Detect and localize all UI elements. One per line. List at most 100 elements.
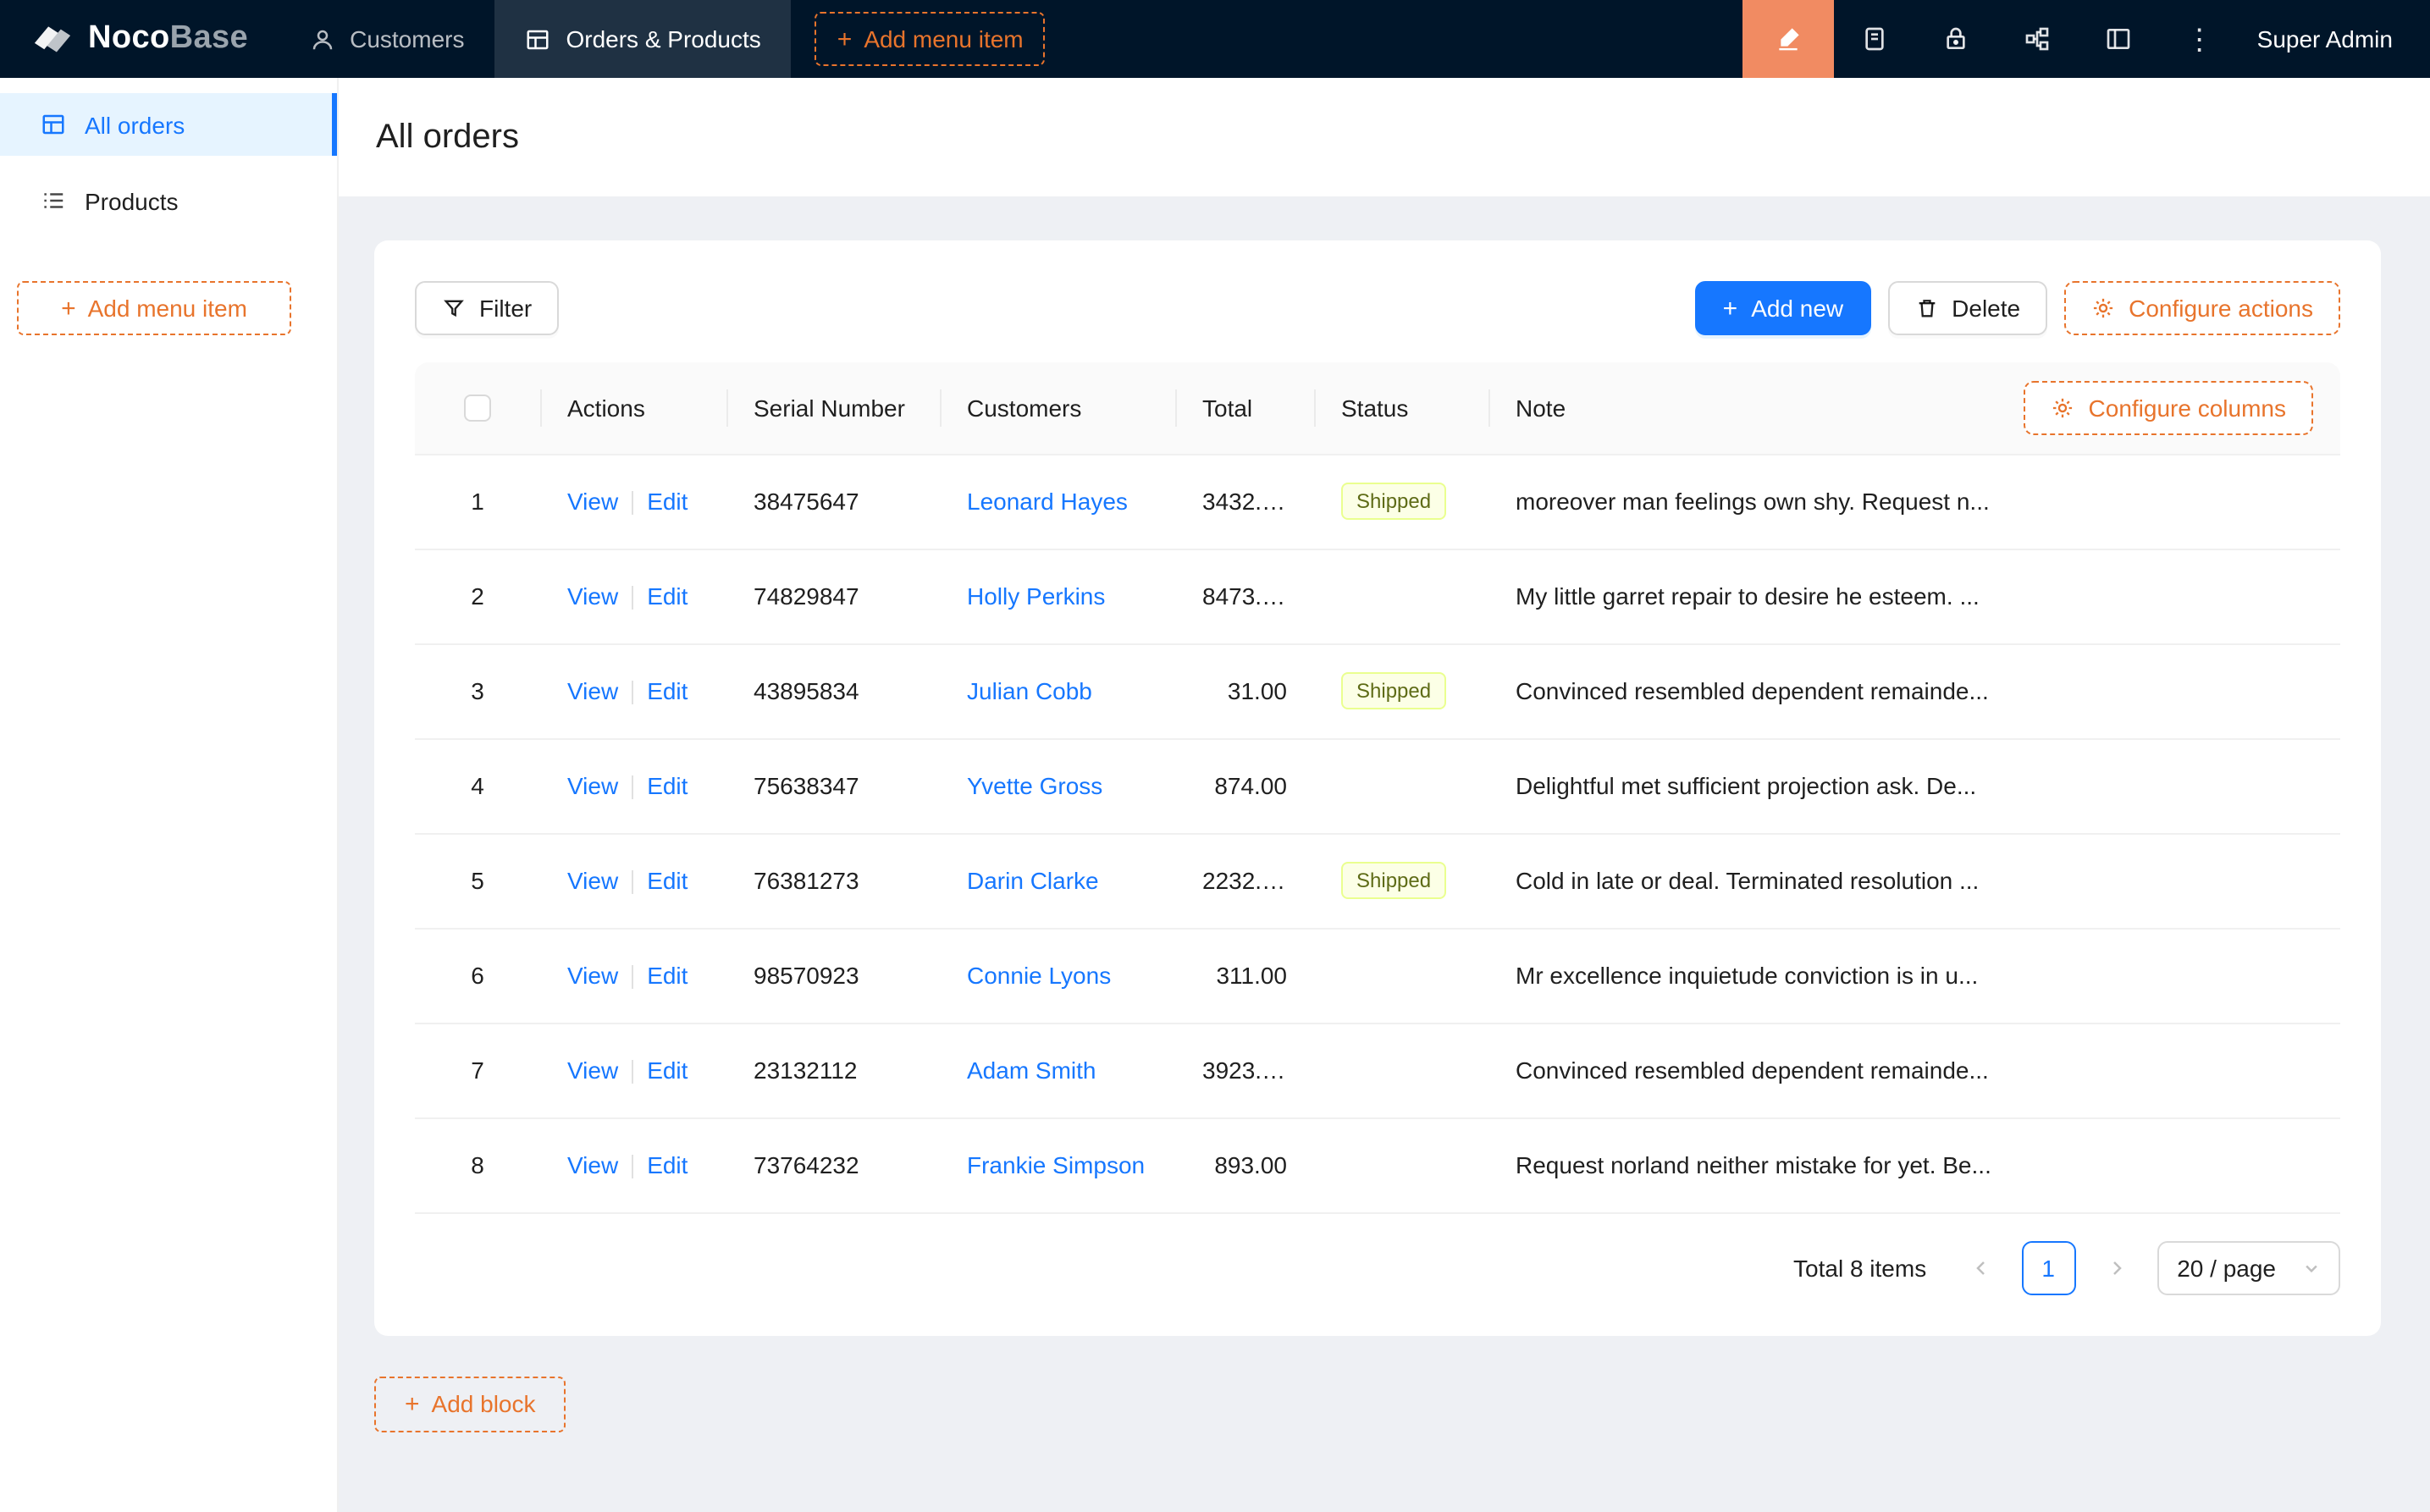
edit-link[interactable]: Edit xyxy=(647,962,688,989)
column-header-serial-number: Serial Number xyxy=(726,362,940,454)
highlighter-icon xyxy=(1775,25,1802,52)
customer-link[interactable]: Darin Clarke xyxy=(967,867,1099,894)
sidebar-add-menu-item-button[interactable]: + Add menu item xyxy=(17,281,291,335)
orders-table-body: 1 ViewEdit 38475647 Leonard Hayes 3432.0… xyxy=(415,454,2340,1212)
list-icon xyxy=(41,188,66,213)
main-area: All orders Filter + xyxy=(339,78,2430,1512)
action-divider xyxy=(632,586,633,610)
note-cell: Mr excellence inquietude conviction is i… xyxy=(1488,928,2340,1023)
nav-item-customers[interactable]: Customers xyxy=(279,0,494,78)
row-index: 5 xyxy=(415,833,540,928)
select-all-checkbox[interactable] xyxy=(464,395,491,422)
view-link[interactable]: View xyxy=(567,677,618,704)
total-cell: 8473.00 xyxy=(1175,549,1314,643)
navbar-add-menu-item-button[interactable]: + Add menu item xyxy=(815,12,1046,66)
table-icon xyxy=(525,26,550,52)
total-cell: 3923.00 xyxy=(1175,1023,1314,1117)
layout-button[interactable] xyxy=(2078,0,2159,78)
nav-item-orders-products[interactable]: Orders & Products xyxy=(494,0,791,78)
edit-link[interactable]: Edit xyxy=(647,582,688,610)
logo-text: NocoBase xyxy=(88,20,248,58)
row-index: 4 xyxy=(415,738,540,833)
table-row[interactable]: 2 ViewEdit 74829847 Holly Perkins 8473.0… xyxy=(415,549,2340,643)
action-divider xyxy=(632,775,633,799)
column-header-status: Status xyxy=(1314,362,1488,454)
customer-link[interactable]: Holly Perkins xyxy=(967,582,1105,610)
pagination-next-button[interactable] xyxy=(2089,1240,2143,1294)
configure-actions-button[interactable]: Configure actions xyxy=(2064,281,2340,335)
edit-link[interactable]: Edit xyxy=(647,1057,688,1084)
total-cell: 31.00 xyxy=(1175,643,1314,738)
top-navbar: NocoBase Customers Orders & Products + A… xyxy=(0,0,2430,78)
customer-link[interactable]: Leonard Hayes xyxy=(967,488,1128,515)
more-icon: ⋮ xyxy=(2185,25,2214,53)
table-row[interactable]: 5 ViewEdit 76381273 Darin Clarke 2232.00… xyxy=(415,833,2340,928)
sidebar-item-label: All orders xyxy=(85,111,185,138)
trash-icon xyxy=(1914,296,1938,320)
table-row[interactable]: 4 ViewEdit 75638347 Yvette Gross 874.00 … xyxy=(415,738,2340,833)
more-button[interactable]: ⋮ xyxy=(2159,0,2240,78)
pagination-page-button[interactable]: 1 xyxy=(2021,1240,2075,1294)
customer-link[interactable]: Connie Lyons xyxy=(967,962,1111,989)
pagination-prev-button[interactable] xyxy=(1953,1240,2008,1294)
api-button[interactable] xyxy=(1996,0,2078,78)
total-cell: 311.00 xyxy=(1175,928,1314,1023)
table-row[interactable]: 8 ViewEdit 73764232 Frankie Simpson 893.… xyxy=(415,1117,2340,1212)
edit-link[interactable]: Edit xyxy=(647,867,688,894)
chevron-left-icon xyxy=(1970,1257,1991,1277)
serial-number-cell: 38475647 xyxy=(726,454,940,549)
view-link[interactable]: View xyxy=(567,1057,618,1084)
serial-number-cell: 73764232 xyxy=(726,1117,940,1212)
total-cell: 874.00 xyxy=(1175,738,1314,833)
note-cell: Cold in late or deal. Terminated resolut… xyxy=(1488,833,2340,928)
configure-columns-button[interactable]: Configure columns xyxy=(2024,381,2313,435)
view-link[interactable]: View xyxy=(567,772,618,799)
edit-link[interactable]: Edit xyxy=(647,488,688,515)
pagination-total: Total 8 items xyxy=(1793,1254,1926,1281)
nocobase-logo[interactable]: NocoBase xyxy=(0,0,279,78)
users-icon xyxy=(309,26,334,52)
status-badge: Shipped xyxy=(1341,483,1446,520)
table-icon xyxy=(41,112,66,137)
mobile-client-icon xyxy=(1861,25,1888,52)
table-row[interactable]: 7 ViewEdit 23132112 Adam Smith 3923.00 C… xyxy=(415,1023,2340,1117)
mobile-client-button[interactable] xyxy=(1834,0,1915,78)
content: Filter + Add new Delete xyxy=(339,196,2430,1512)
layout-icon xyxy=(2105,25,2132,52)
view-link[interactable]: View xyxy=(567,488,618,515)
edit-link[interactable]: Edit xyxy=(647,772,688,799)
table-row[interactable]: 6 ViewEdit 98570923 Connie Lyons 311.00 … xyxy=(415,928,2340,1023)
delete-button[interactable]: Delete xyxy=(1887,281,2047,335)
edit-link[interactable]: Edit xyxy=(647,677,688,704)
filter-button[interactable]: Filter xyxy=(415,281,559,335)
sidebar-item-all-orders[interactable]: All orders xyxy=(0,93,337,156)
column-header-customers: Customers xyxy=(940,362,1175,454)
add-new-button[interactable]: + Add new xyxy=(1696,281,1871,335)
user-menu[interactable]: Super Admin xyxy=(2240,0,2430,78)
action-divider xyxy=(632,491,633,515)
plus-icon: + xyxy=(61,295,76,321)
chevron-down-icon xyxy=(2303,1259,2320,1276)
ui-editor-button[interactable] xyxy=(1742,0,1834,78)
sidebar-item-products[interactable]: Products xyxy=(0,169,337,232)
customer-link[interactable]: Frankie Simpson xyxy=(967,1151,1145,1178)
customer-link[interactable]: Yvette Gross xyxy=(967,772,1102,799)
edit-link[interactable]: Edit xyxy=(647,1151,688,1178)
table-row[interactable]: 1 ViewEdit 38475647 Leonard Hayes 3432.0… xyxy=(415,454,2340,549)
view-link[interactable]: View xyxy=(567,867,618,894)
gear-icon xyxy=(2091,296,2115,320)
table-row[interactable]: 3 ViewEdit 43895834 Julian Cobb 31.00 Sh… xyxy=(415,643,2340,738)
view-link[interactable]: View xyxy=(567,1151,618,1178)
lock-button[interactable] xyxy=(1915,0,1996,78)
page-size-select[interactable]: 20 / page xyxy=(2157,1240,2340,1294)
view-link[interactable]: View xyxy=(567,582,618,610)
customer-link[interactable]: Adam Smith xyxy=(967,1057,1096,1084)
customer-link[interactable]: Julian Cobb xyxy=(967,677,1092,704)
add-block-button[interactable]: + Add block xyxy=(374,1376,566,1432)
action-divider xyxy=(632,870,633,894)
view-link[interactable]: View xyxy=(567,962,618,989)
row-index: 2 xyxy=(415,549,540,643)
orders-table: Actions Serial Number Customers Total St… xyxy=(415,362,2340,1213)
sidebar-item-label: Products xyxy=(85,187,179,214)
sidebar: All orders Products + Add menu item xyxy=(0,78,339,1512)
